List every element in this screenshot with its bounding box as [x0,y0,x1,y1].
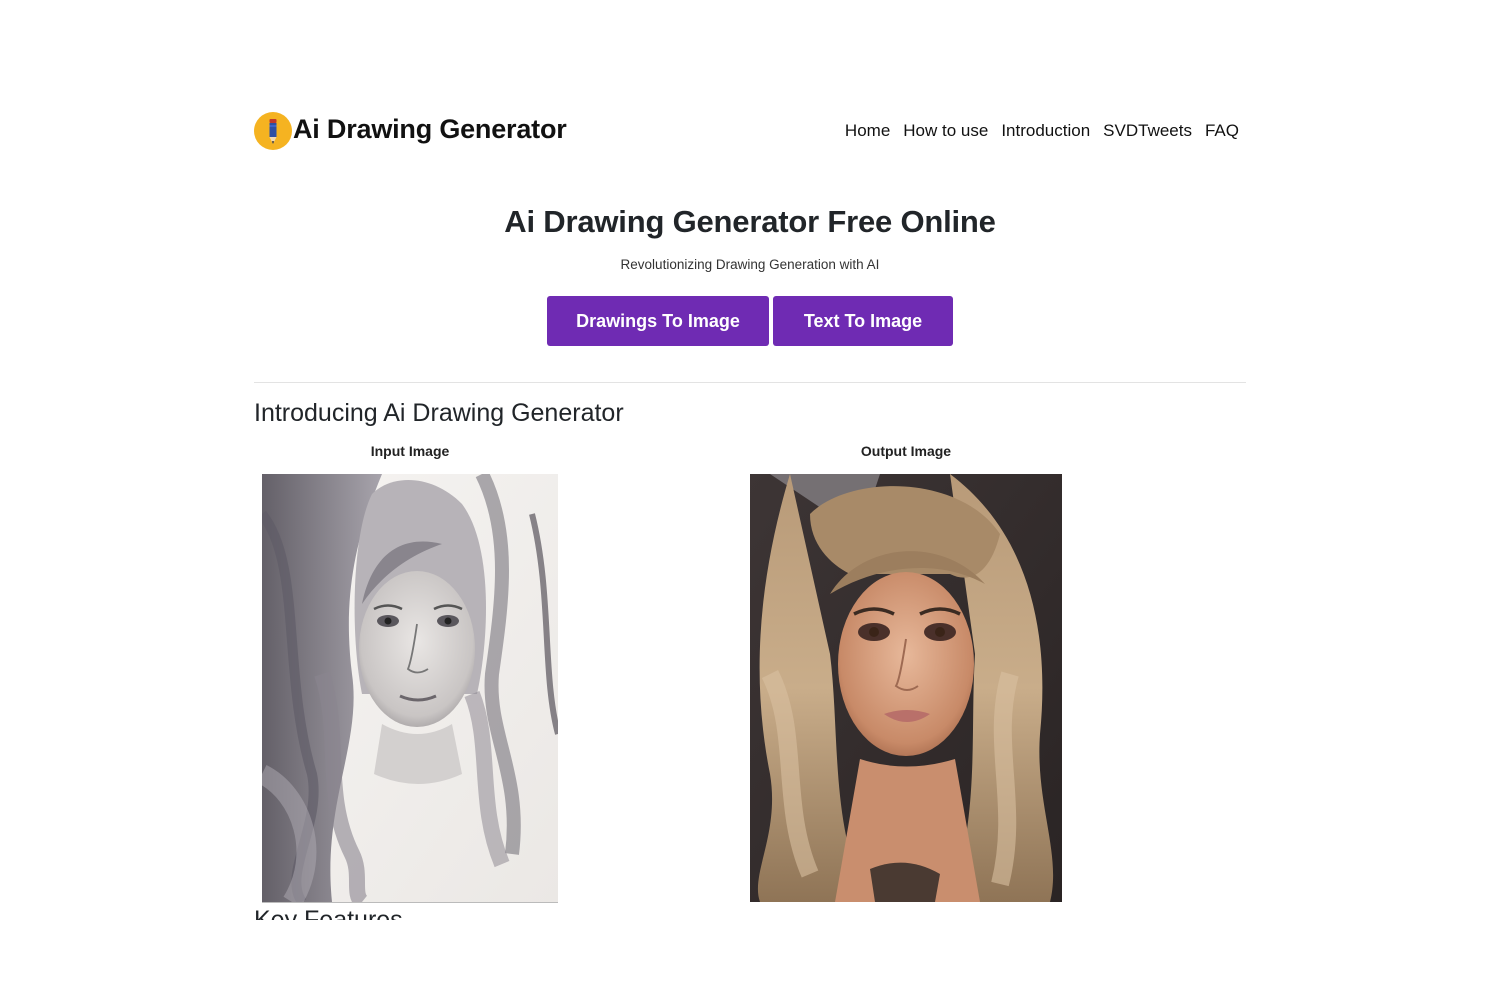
brand-name: Ai Drawing Generator [293,114,567,144]
brand-link[interactable]: Ai Drawing Generator [254,108,567,150]
pencil-icon [254,112,292,150]
page-title: Ai Drawing Generator Free Online [504,204,996,239]
nav-home[interactable]: Home [845,120,890,142]
section-title-introducing: Introducing Ai Drawing Generator [254,399,624,427]
nav-svdtweets[interactable]: SVDTweets [1103,120,1192,142]
text-to-image-button[interactable]: Text To Image [773,296,953,346]
section-title-key-features: Key Features [254,904,403,920]
output-image-label: Output Image [860,443,952,459]
drawings-to-image-button[interactable]: Drawings To Image [547,296,769,346]
nav-introduction[interactable]: Introduction [1001,120,1090,142]
key-features-heading: Key Features [254,906,403,920]
nav-how-to-use[interactable]: How to use [903,120,988,142]
hero-actions: Drawings To Image Text To Image [547,296,953,346]
page: Ai Drawing Generator Home How to use Int… [0,0,1500,1000]
page-subtitle: Revolutionizing Drawing Generation with … [620,257,880,272]
main-nav: Home How to use Introduction SVDTweets F… [832,120,1239,142]
output-photo-image [750,474,1062,902]
site-header: Ai Drawing Generator Home How to use Int… [254,108,1246,152]
input-sketch-image [262,474,558,903]
section-divider [254,382,1246,383]
nav-faq[interactable]: FAQ [1205,120,1239,142]
input-image-label: Input Image [370,443,450,459]
